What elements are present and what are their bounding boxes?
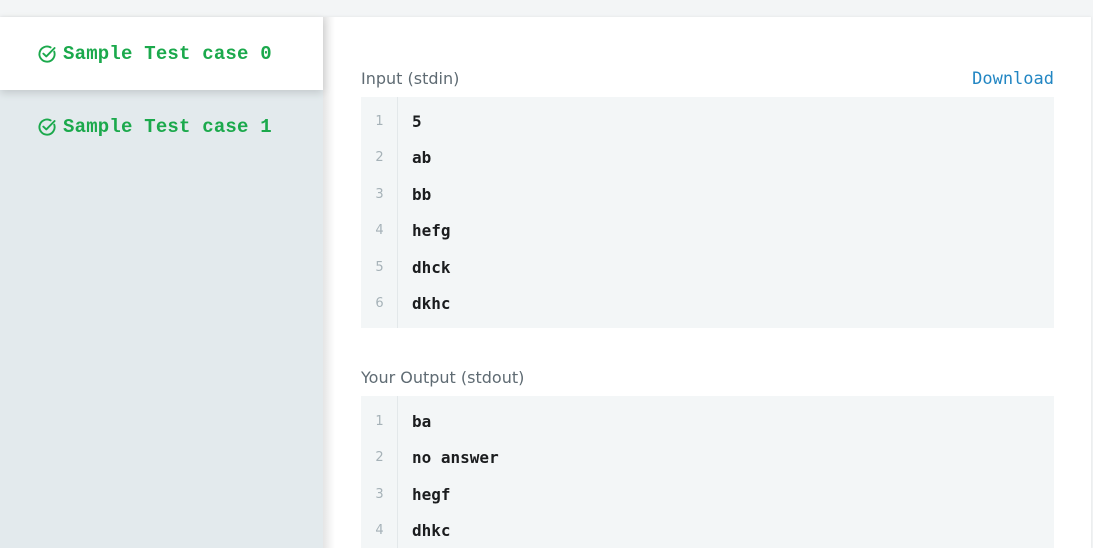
tab-sample-test-case-1[interactable]: Sample Test case 1	[0, 90, 323, 163]
code-line: 2 ab	[361, 140, 1054, 177]
line-number: 4	[375, 523, 384, 539]
line-number: 2	[375, 150, 384, 166]
test-case-sidebar: Sample Test case 0 Sample Test case 1	[0, 17, 323, 548]
tab-label: Sample Test case 1	[63, 115, 272, 138]
code-line: 3 bb	[361, 176, 1054, 213]
code-line: 15	[361, 103, 1054, 140]
code-line: 3 hegf	[361, 476, 1054, 513]
code-line: 1 ba	[361, 403, 1054, 440]
code-line: 2 no answer	[361, 440, 1054, 477]
code-line: 5 dhck	[361, 249, 1054, 286]
line-number: 6	[375, 296, 384, 312]
tab-label: Sample Test case 0	[63, 42, 272, 65]
line-number: 4	[375, 223, 384, 239]
panel-divider-shadow	[323, 17, 335, 548]
line-number: 2	[375, 450, 384, 466]
line-number: 1	[375, 113, 384, 129]
line-number: 1	[375, 413, 384, 429]
code-line-text: dkhc	[412, 294, 451, 314]
code-line-text: ab	[412, 148, 432, 168]
code-line-text: ba	[412, 411, 432, 431]
output-section-title: Your Output (stdout)	[361, 368, 525, 387]
tab-sample-test-case-0[interactable]: Sample Test case 0	[0, 17, 323, 90]
code-line-text: dhkc	[412, 521, 451, 541]
code-line-text: dhck	[412, 257, 451, 277]
output-code-block: 1 ba 2 no answer 3 hegf 4 dhkc	[361, 396, 1054, 548]
download-link[interactable]: Download	[972, 69, 1054, 89]
line-number: 5	[375, 259, 384, 275]
check-circle-icon	[37, 117, 57, 137]
code-line: 6 dkhc	[361, 286, 1054, 323]
check-circle-icon	[37, 44, 57, 64]
code-line: 4 dhkc	[361, 513, 1054, 548]
code-line-text: bb	[412, 184, 432, 204]
line-number: 3	[375, 486, 384, 502]
code-line-text: hefg	[412, 221, 451, 241]
input-code-block: 1 5 2 ab 3 bb 4 hefg 5 dhck 6 dkhc	[361, 97, 1054, 328]
code-line-text: 5	[412, 111, 422, 131]
input-section-title: Input (stdin)	[361, 69, 460, 88]
output-section-header: Your Output (stdout)	[361, 368, 1054, 387]
code-line-text: hegf	[412, 484, 451, 504]
test-results-card: Sample Test case 0 Sample Test case 1 In…	[0, 17, 1091, 548]
input-section-header: Input (stdin) Download	[361, 69, 1054, 89]
code-line-text: no answer	[412, 448, 499, 468]
line-number: 3	[375, 186, 384, 202]
code-line: 4 hefg	[361, 213, 1054, 250]
